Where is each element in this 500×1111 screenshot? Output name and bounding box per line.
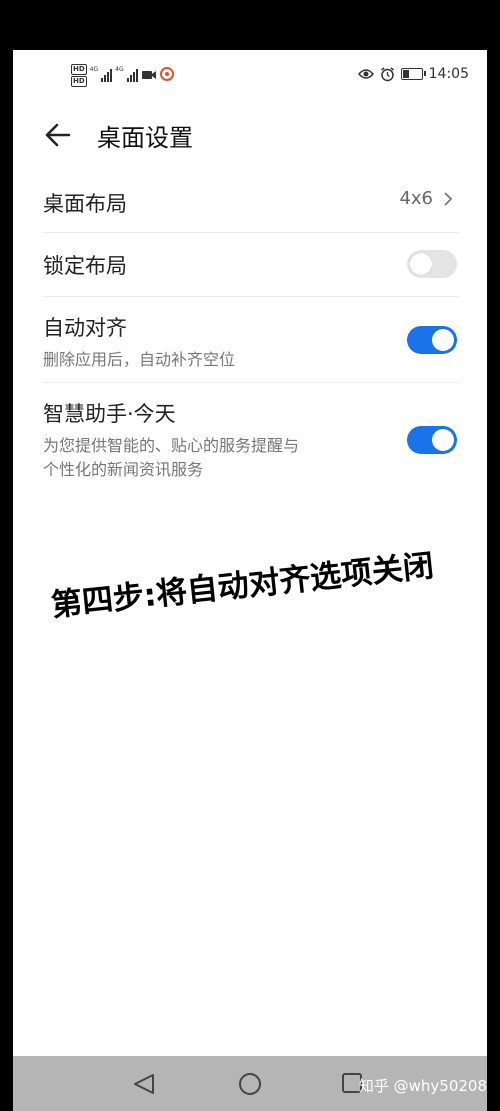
layout-value-text: 4x6 bbox=[399, 188, 433, 209]
home-circle-icon[interactable] bbox=[238, 1072, 262, 1096]
network-label: 4G bbox=[89, 66, 99, 73]
phone-screen: HD HD 4G 4G 14:05 桌面设置 桌面布局 4x6 锁定布局 自动对… bbox=[13, 50, 487, 1056]
status-bar: HD HD 4G 4G 14:05 bbox=[13, 64, 487, 92]
navigation-bar: 知乎 @why50208 bbox=[13, 1056, 487, 1111]
toggle-knob bbox=[432, 429, 454, 451]
divider bbox=[43, 296, 459, 297]
lock-layout-toggle[interactable] bbox=[407, 250, 457, 278]
instruction-annotation: 第四步:将自动对齐选项关闭 bbox=[49, 547, 436, 624]
signal-icon bbox=[126, 68, 138, 82]
setting-row-smart-assistant: 智慧助手·今天 为您提供智能的、贴心的服务提醒与 个性化的新闻资讯服务 bbox=[43, 398, 459, 488]
setting-label-lock: 锁定布局 bbox=[43, 254, 127, 278]
setting-row-lock: 锁定布局 bbox=[43, 250, 459, 290]
chevron-right-icon bbox=[444, 191, 453, 206]
desc-line: 个性化的新闻资讯服务 bbox=[43, 460, 204, 479]
hd-badges: HD HD bbox=[71, 64, 87, 87]
setting-row-layout[interactable]: 桌面布局 4x6 bbox=[43, 188, 459, 228]
status-right: 14:05 bbox=[357, 66, 469, 82]
setting-row-auto-align: 自动对齐 删除应用后，自动补齐空位 bbox=[43, 312, 459, 378]
alarm-icon bbox=[380, 66, 394, 81]
app-notification-icon bbox=[159, 67, 174, 81]
app-bar: 桌面设置 bbox=[13, 116, 487, 156]
watermark: 知乎 @why50208 bbox=[358, 1077, 487, 1095]
video-icon bbox=[141, 71, 156, 79]
clock-time: 14:05 bbox=[428, 66, 469, 82]
toggle-knob bbox=[410, 253, 432, 275]
hd-badge: HD bbox=[71, 76, 87, 87]
network-label: 4G bbox=[115, 66, 124, 73]
divider bbox=[43, 382, 459, 383]
smart-assistant-toggle[interactable] bbox=[407, 426, 457, 454]
setting-desc-auto-align: 删除应用后，自动补齐空位 bbox=[43, 350, 236, 369]
eye-icon bbox=[357, 69, 374, 79]
setting-label-smart-assistant: 智慧助手·今天 bbox=[43, 402, 176, 426]
toggle-knob bbox=[432, 329, 454, 351]
setting-desc-smart-assistant: 为您提供智能的、贴心的服务提醒与 个性化的新闻资讯服务 bbox=[43, 434, 459, 482]
back-arrow-icon[interactable] bbox=[43, 120, 73, 150]
layout-value: 4x6 bbox=[399, 188, 453, 209]
setting-label-layout: 桌面布局 bbox=[43, 192, 127, 216]
back-triangle-icon[interactable] bbox=[131, 1072, 157, 1096]
signal-icon bbox=[101, 68, 113, 82]
page-title: 桌面设置 bbox=[97, 124, 193, 152]
desc-line: 为您提供智能的、贴心的服务提醒与 bbox=[43, 436, 300, 455]
divider bbox=[43, 232, 459, 233]
status-left: HD HD 4G 4G bbox=[71, 64, 174, 87]
auto-align-toggle[interactable] bbox=[407, 326, 457, 354]
setting-label-auto-align: 自动对齐 bbox=[43, 316, 127, 340]
battery-icon bbox=[400, 68, 426, 80]
battery-fill bbox=[402, 70, 409, 78]
hd-badge: HD bbox=[71, 64, 87, 75]
